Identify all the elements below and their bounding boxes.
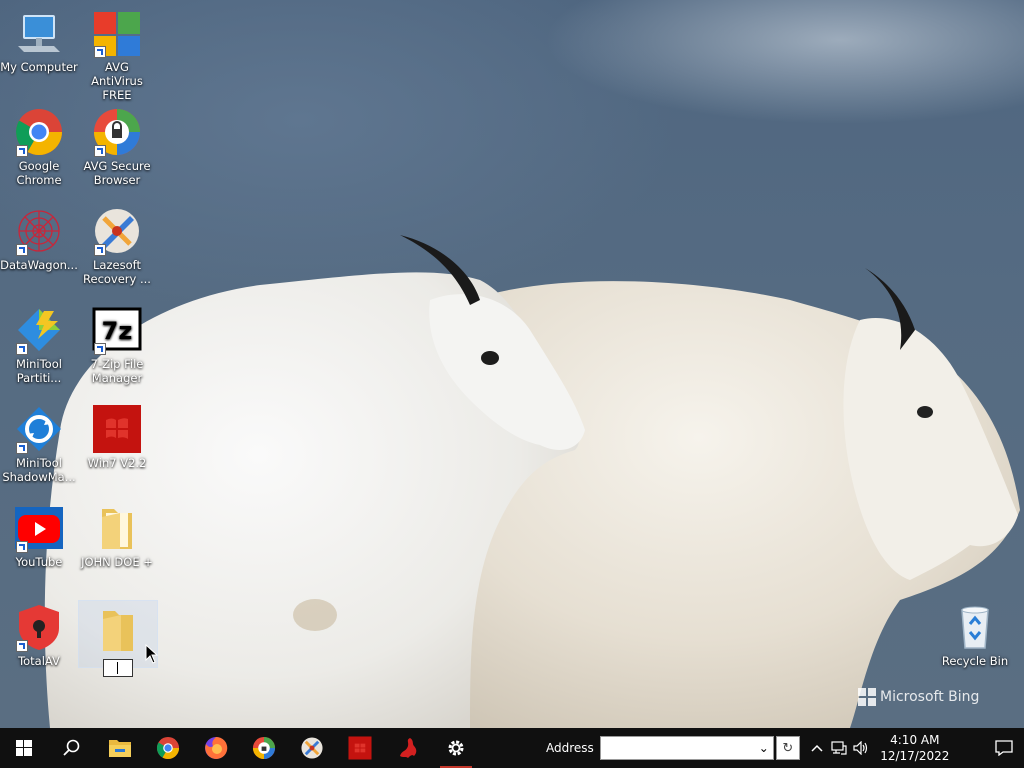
file-explorer-icon xyxy=(109,740,131,757)
search-button[interactable] xyxy=(48,728,96,768)
shortcut-arrow-icon xyxy=(94,343,106,355)
chevron-up-icon xyxy=(811,744,823,752)
clock-date: 12/17/2022 xyxy=(880,749,950,763)
dragon-icon xyxy=(400,738,417,758)
desktop-icon-label: TotalAV xyxy=(18,654,60,668)
speaker-icon xyxy=(853,741,867,755)
desktop-icon-label: MiniTool Partiti... xyxy=(16,357,62,385)
shortcut-arrow-icon xyxy=(94,46,106,58)
network-icon xyxy=(831,741,847,755)
win7-icon xyxy=(93,405,141,453)
shortcut-arrow-icon xyxy=(94,244,106,256)
desktop-icon-avg-secure-browser[interactable]: AVG Secure Browser xyxy=(78,103,156,187)
desktop-icon-my-computer[interactable]: My Computer xyxy=(0,4,78,74)
shortcut-arrow-icon xyxy=(16,541,28,553)
address-toolbar-box[interactable]: ⌄ xyxy=(599,736,774,760)
desktop-icon-google-chrome[interactable]: Google Chrome xyxy=(0,103,78,187)
shortcut-arrow-icon xyxy=(16,640,28,652)
show-hidden-icons-button[interactable] xyxy=(806,744,828,752)
address-refresh-button[interactable]: ↻ xyxy=(775,736,800,760)
desktop-icon-label: AVG AntiVirus FREE xyxy=(91,60,143,102)
bing-watermark: Microsoft Bing xyxy=(858,688,979,706)
desktop-icon-label: Win7 V2.2 xyxy=(87,456,147,470)
desktop-icon-label: Lazesoft Recovery ... xyxy=(83,258,151,286)
folder-icon xyxy=(102,509,132,549)
taskbar-avg-secure-browser[interactable] xyxy=(240,728,288,768)
desktop-icon-win7[interactable]: Win7 V2.2 xyxy=(78,400,156,470)
desktop-icon-recycle-bin[interactable]: Recycle Bin xyxy=(936,598,1014,668)
address-toolbar-label: Address xyxy=(546,741,594,755)
svg-text:7z: 7z xyxy=(102,317,133,345)
desktop-icon-folder-john-doe[interactable]: JOHN DOE + xyxy=(78,499,156,569)
desktop-icon-label: Google Chrome xyxy=(16,159,62,187)
taskbar-lazesoft[interactable] xyxy=(288,728,336,768)
desktop-icon-label: YouTube xyxy=(15,555,63,569)
taskbar-dragon-app[interactable] xyxy=(384,728,432,768)
taskbar-win7[interactable] xyxy=(336,728,384,768)
chrome-icon xyxy=(156,736,180,760)
taskbar-chrome[interactable] xyxy=(144,728,192,768)
network-tray-button[interactable] xyxy=(828,741,850,755)
desktop-icon-minitool-partition[interactable]: MiniTool Partiti... xyxy=(0,301,78,385)
desktop-icon-label: DataWagon... xyxy=(0,258,78,272)
gear-icon xyxy=(448,740,464,756)
desktop-icon-label: My Computer xyxy=(0,60,78,74)
refresh-icon: ↻ xyxy=(782,740,794,756)
desktop-icon-avg-antivirus[interactable]: AVG AntiVirus FREE xyxy=(78,4,156,102)
rename-textbox[interactable] xyxy=(103,659,133,677)
search-icon xyxy=(63,739,80,756)
start-button[interactable] xyxy=(0,728,48,768)
bing-watermark-text: Microsoft Bing xyxy=(880,689,980,705)
taskbar: Address ⌄ ↻ 4:10 AM 12/17/2022 xyxy=(0,728,1024,768)
folder-icon xyxy=(103,611,133,651)
shortcut-arrow-icon xyxy=(16,343,28,355)
shortcut-arrow-icon xyxy=(16,145,28,157)
desktop-icon-label: Recycle Bin xyxy=(941,654,1009,668)
desktop-icon-datawagon[interactable]: DataWagon... xyxy=(0,202,78,272)
clock-time: 4:10 AM xyxy=(890,733,940,747)
desktop-icon-label: JOHN DOE + xyxy=(81,555,153,569)
taskbar-clock[interactable]: 4:10 AM 12/17/2022 xyxy=(878,732,952,764)
address-input[interactable] xyxy=(600,737,759,759)
action-center-button[interactable] xyxy=(984,728,1024,768)
desktop-icon-lazesoft-recovery[interactable]: Lazesoft Recovery ... xyxy=(78,202,156,286)
desktop-icon-minitool-shadowmaker[interactable]: MiniTool ShadowMa... xyxy=(0,400,78,484)
shortcut-arrow-icon xyxy=(16,244,28,256)
shortcut-arrow-icon xyxy=(16,442,28,454)
windows-logo-icon xyxy=(858,688,876,706)
firefox-icon xyxy=(205,736,228,759)
desktop-icon-label: MiniTool ShadowMa... xyxy=(2,456,76,484)
windows-start-icon xyxy=(16,740,32,756)
desktop-icon-totalav[interactable]: TotalAV xyxy=(0,598,78,668)
taskbar-file-explorer[interactable] xyxy=(96,728,144,768)
desktop-icon-label: 7-Zip File Manager xyxy=(90,357,144,385)
shortcut-arrow-icon xyxy=(94,145,106,157)
win7-icon xyxy=(348,736,372,760)
volume-tray-button[interactable] xyxy=(850,741,872,755)
recycle-bin-icon xyxy=(961,606,989,649)
computer-icon xyxy=(18,15,60,52)
avg-browser-icon xyxy=(252,736,276,760)
taskbar-firefox[interactable] xyxy=(192,728,240,768)
lazesoft-icon xyxy=(301,737,323,759)
desktop-icon-youtube[interactable]: YouTube xyxy=(0,499,78,569)
desktop-icon-7zip[interactable]: 7z 7-Zip File Manager xyxy=(78,301,156,385)
chevron-down-icon[interactable]: ⌄ xyxy=(759,741,769,755)
taskbar-settings[interactable] xyxy=(432,728,480,768)
notification-icon xyxy=(995,740,1013,756)
desktop-icon-label: AVG Secure Browser xyxy=(83,159,151,187)
mouse-cursor-icon xyxy=(145,644,159,664)
